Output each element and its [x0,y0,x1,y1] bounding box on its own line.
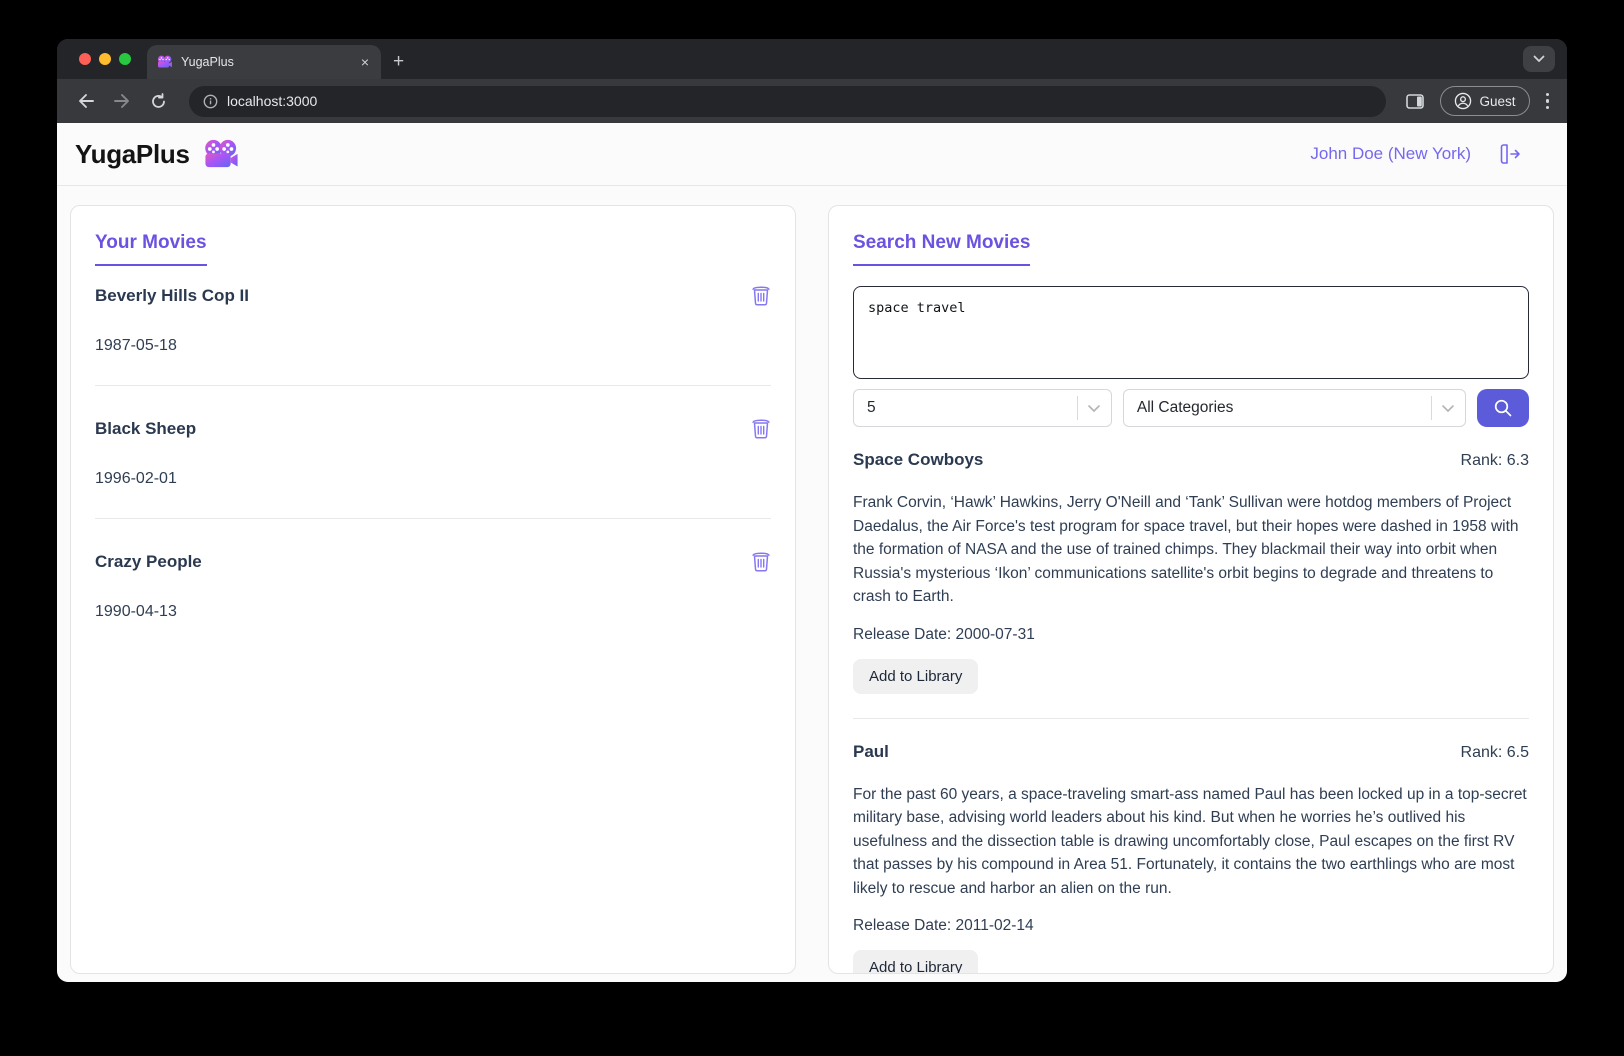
side-panel-button[interactable] [1400,86,1430,116]
browser-menu-button[interactable] [1540,87,1556,116]
search-query-input[interactable]: space travel [853,286,1529,379]
page-title: YugaPlus [75,138,190,169]
brand: YugaPlus [75,139,240,170]
profile-name: Guest [1479,93,1516,109]
add-to-library-button[interactable]: Add to Library [853,950,979,973]
library-movie-item: Crazy People 1990-04-13 [95,552,771,651]
movie-title: Crazy People [95,552,202,571]
search-result-item: Space Cowboys Rank: 6.3 Frank Corvin, ‘H… [853,427,1529,719]
result-rank: Rank: 6.3 [1460,452,1529,469]
category-select[interactable]: All Categories [1122,389,1466,427]
chevron-down-icon [1087,404,1101,413]
movie-camera-icon [203,139,240,170]
tab-search-chevron-button[interactable] [1523,46,1555,72]
url-text: localhost:3000 [227,93,318,109]
result-limit-select[interactable]: 5 [853,389,1112,427]
search-results: Space Cowboys Rank: 6.3 Frank Corvin, ‘H… [853,427,1529,973]
back-button[interactable] [71,86,101,116]
search-result-item: Paul Rank: 6.5 For the past 60 years, a … [853,719,1529,973]
result-release-date: Release Date: 2011-02-14 [853,917,1034,935]
movie-camera-icon [157,55,173,69]
search-controls: 5 All Categories [853,389,1529,427]
trash-icon [751,550,771,572]
library-movie-item: Black Sheep 1996-02-01 [95,419,771,519]
delete-movie-button[interactable] [751,417,771,439]
result-title: Space Cowboys [853,450,984,469]
chevron-down-icon [1533,55,1545,63]
tab-title: YugaPlus [181,55,234,69]
trash-icon [751,417,771,439]
result-rank: Rank: 6.5 [1460,743,1529,761]
search-panel: Search New Movies space travel 5 All Cat… [828,205,1554,974]
reload-button[interactable] [143,86,173,116]
select-divider [1431,396,1432,420]
user-avatar-icon [1454,92,1472,110]
result-release-date: Release Date: 2000-07-31 [853,625,1035,643]
user-profile-link[interactable]: John Doe (New York) [1310,144,1471,164]
main-content: Your Movies Beverly Hills Cop II 1987-05… [57,186,1567,982]
zoom-window-button[interactable] [119,53,131,65]
movie-list: Beverly Hills Cop II 1987-05-18 Black Sh… [95,286,771,651]
delete-movie-button[interactable] [751,284,771,306]
minimize-window-button[interactable] [99,53,111,65]
your-movies-panel: Your Movies Beverly Hills Cop II 1987-05… [70,205,796,974]
library-movie-item: Beverly Hills Cop II 1987-05-18 [95,286,771,386]
browser-window: YugaPlus × + localhost:3000 Guest YugaPl… [57,39,1567,982]
delete-movie-button[interactable] [751,550,771,572]
movie-release-date: 1987-05-18 [95,337,177,354]
search-heading: Search New Movies [853,232,1031,266]
app-header: YugaPlus John Doe (New York) [57,123,1567,186]
tab-bar: YugaPlus × + [57,39,1567,79]
trash-icon [751,284,771,306]
browser-toolbar: localhost:3000 Guest [57,79,1567,123]
select-divider [1076,396,1078,420]
movie-release-date: 1996-02-01 [95,470,177,487]
browser-tab-yugaplus[interactable]: YugaPlus × [147,45,381,79]
result-description: Frank Corvin, ‘Hawk’ Hawkins, Jerry O'Ne… [853,494,1519,606]
movie-release-date: 1990-04-13 [95,603,177,620]
site-info-icon[interactable] [203,94,218,109]
window-controls [57,39,147,79]
search-icon [1492,397,1514,419]
close-tab-button[interactable]: × [357,54,373,70]
category-value: All Categories [1136,399,1234,416]
add-to-library-button[interactable]: Add to Library [853,658,979,694]
new-tab-button[interactable]: + [381,45,416,79]
movie-title: Beverly Hills Cop II [95,286,249,305]
page-content: YugaPlus John Doe (New York) Your Movies… [57,123,1567,982]
result-limit-value: 5 [867,399,876,416]
chevron-down-icon [1441,404,1455,413]
forward-button[interactable] [107,86,137,116]
result-description: For the past 60 years, a space-traveling… [853,785,1527,897]
your-movies-heading: Your Movies [95,232,207,266]
movie-title: Black Sheep [95,419,197,438]
profile-button[interactable]: Guest [1440,86,1530,116]
close-window-button[interactable] [79,53,91,65]
user-area: John Doe (New York) [1310,142,1523,166]
result-title: Paul [853,741,889,761]
search-button[interactable] [1477,389,1529,427]
address-bar[interactable]: localhost:3000 [189,85,1387,117]
logout-icon[interactable] [1497,142,1523,166]
